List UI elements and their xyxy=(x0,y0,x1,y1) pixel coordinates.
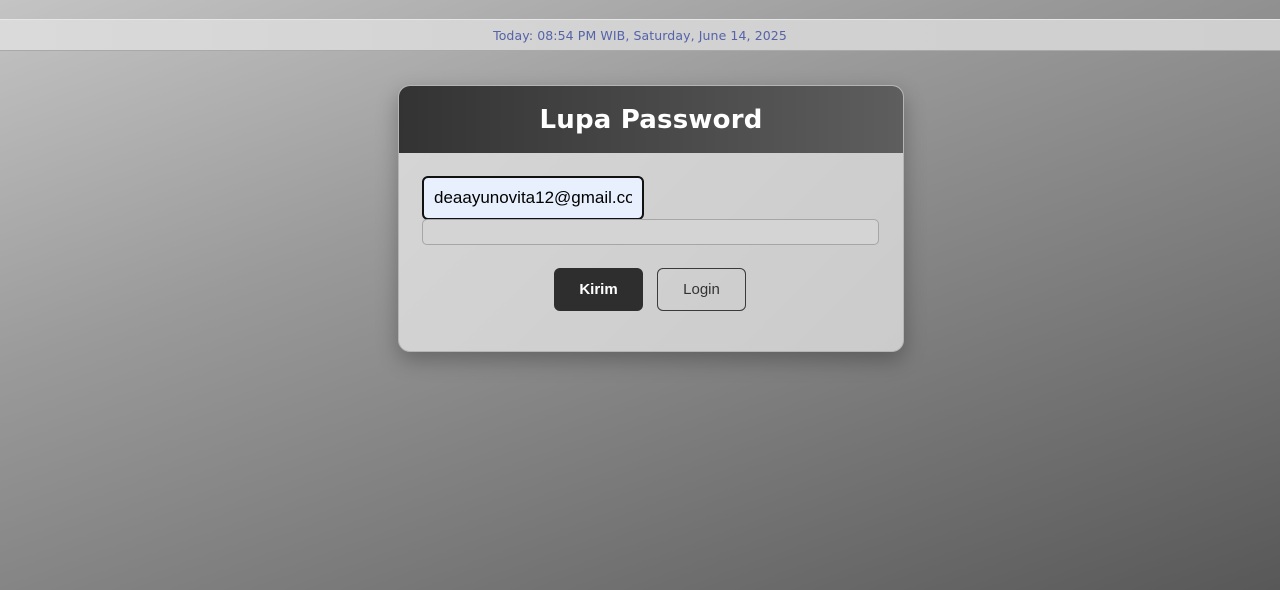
send-button[interactable]: Kirim xyxy=(554,268,643,311)
forgot-password-card: Lupa Password Kirim Login xyxy=(398,85,904,352)
email-field[interactable] xyxy=(422,176,644,220)
login-button[interactable]: Login xyxy=(657,268,746,311)
card-header: Lupa Password xyxy=(399,86,903,153)
secondary-input-field[interactable] xyxy=(422,219,879,245)
page-title: Lupa Password xyxy=(539,104,763,135)
current-datetime-text: Today: 08:54 PM WIB, Saturday, June 14, … xyxy=(493,27,787,43)
date-time-bar: Today: 08:54 PM WIB, Saturday, June 14, … xyxy=(0,19,1280,51)
